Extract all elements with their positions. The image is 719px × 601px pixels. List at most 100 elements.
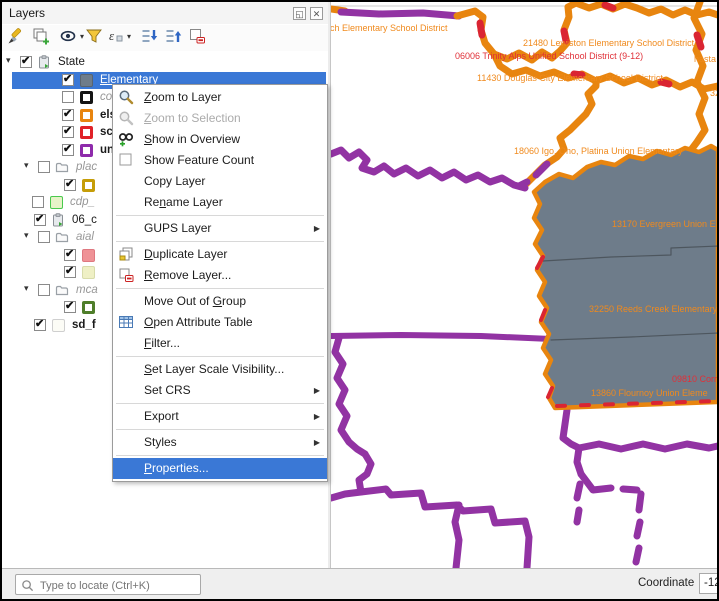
folder-icon: [55, 283, 69, 297]
district-label: 13170 Evergreen Union E: [612, 219, 716, 229]
visibility-checkbox[interactable]: [38, 161, 50, 173]
expander-icon[interactable]: ▾: [24, 230, 29, 241]
menu-item-set-crs[interactable]: Set CRS▶: [113, 380, 327, 401]
add-group-button[interactable]: [32, 27, 52, 47]
layer-label: cdp_: [70, 196, 95, 208]
visibility-checkbox[interactable]: [32, 196, 44, 208]
menu-separator: [116, 215, 324, 216]
folder-icon: [55, 160, 69, 174]
menu-item-label: Properties...: [144, 458, 209, 479]
menu-separator: [116, 356, 324, 357]
manage-map-themes-button[interactable]: [60, 27, 80, 47]
check-mark: ✔: [63, 107, 72, 120]
coordinate-label: Coordinate: [638, 577, 694, 589]
expand-all-button[interactable]: [141, 27, 161, 47]
expander-icon[interactable]: ▾: [24, 283, 29, 294]
collapse-all-button[interactable]: [165, 27, 185, 47]
layer-label: plac: [76, 161, 97, 173]
submenu-arrow-icon: ▶: [314, 406, 320, 427]
menu-item-set-layer-scale-visibility[interactable]: Set Layer Scale Visibility...: [113, 359, 327, 380]
elsd-boundary: [691, 2, 705, 150]
unsd-boundary: [637, 522, 640, 536]
district-label: 18060 Igo, Ono, Platina Union Elementary: [514, 146, 683, 156]
visibility-checkbox[interactable]: ✔: [62, 109, 74, 121]
menu-item-label: Zoom to Selection: [144, 108, 241, 129]
check-mark: ✔: [21, 54, 30, 67]
menu-item-label: Styles: [144, 432, 177, 453]
open-layer-styling-button[interactable]: [7, 27, 27, 47]
menu-item-open-attribute-table[interactable]: Open Attribute Table: [113, 312, 327, 333]
menu-item-rename-layer[interactable]: Rename Layer: [113, 192, 327, 213]
menu-item-label: Copy Layer: [144, 171, 205, 192]
district-label: 06006 Trinity Alps Unified School Distri…: [455, 51, 643, 61]
menu-separator: [116, 403, 324, 404]
locator-box[interactable]: [15, 574, 201, 595]
menu-item-label: Move Out of Group: [144, 291, 246, 312]
unsd-boundary: [341, 12, 459, 16]
visibility-checkbox[interactable]: [38, 284, 50, 296]
menu-item-zoom-to-selection[interactable]: Zoom to Selection: [113, 108, 327, 129]
menu-separator: [116, 288, 324, 289]
menu-item-copy-layer[interactable]: Copy Layer: [113, 171, 327, 192]
menu-item-duplicate-layer[interactable]: Duplicate Layer: [113, 244, 327, 265]
scsd-boundary-segment: [480, 23, 482, 35]
menu-item-filter[interactable]: Filter...: [113, 333, 327, 354]
visibility-checkbox[interactable]: ✔: [64, 266, 76, 278]
visibility-checkbox[interactable]: ✔: [64, 301, 76, 313]
menu-item-styles[interactable]: Styles▶: [113, 432, 327, 453]
district-label: hasta: [694, 54, 716, 64]
layer-context-menu: Zoom to LayerZoom to SelectionShow in Ov…: [112, 84, 328, 482]
map-canvas[interactable]: nch Elementary School District21480 Lewi…: [331, 2, 717, 568]
close-panel-icon[interactable]: ✕: [310, 7, 323, 20]
visibility-checkbox[interactable]: [38, 231, 50, 243]
menu-item-show-in-overview[interactable]: Show in Overview: [113, 129, 327, 150]
visibility-checkbox[interactable]: ✔: [20, 56, 32, 68]
menu-item-gups-layer[interactable]: GUPS Layer▶: [113, 218, 327, 239]
locator-input[interactable]: [38, 576, 200, 595]
map-svg: nch Elementary School District21480 Lewi…: [331, 2, 717, 568]
menu-item-label: Zoom to Layer: [144, 87, 221, 108]
menu-item-label: Duplicate Layer: [144, 244, 227, 265]
visibility-checkbox[interactable]: ✔: [62, 144, 74, 156]
layer-symbol-swatch: [80, 91, 93, 104]
layer-label: aial: [76, 231, 94, 243]
check-mark: ✔: [63, 72, 72, 85]
check-mark: ✔: [35, 212, 44, 225]
check-mark: ✔: [35, 317, 44, 330]
visibility-checkbox[interactable]: ✔: [34, 214, 46, 226]
unsd-boundary: [623, 489, 637, 490]
menu-item-show-feature-count[interactable]: Show Feature Count: [113, 150, 327, 171]
visibility-checkbox[interactable]: ✔: [64, 249, 76, 261]
selected-elementary-district[interactable]: [534, 146, 717, 408]
layer-label: 06_c: [72, 214, 97, 226]
menu-item-export[interactable]: Export▶: [113, 406, 327, 427]
search-icon: [21, 579, 34, 592]
zoom-dis-icon: [118, 110, 134, 126]
visibility-checkbox[interactable]: ✔: [64, 179, 76, 191]
layers-toolbar: ▾ε▾: [2, 25, 328, 51]
remove-layer-group-button[interactable]: [188, 27, 208, 47]
layer-symbol-swatch: [82, 179, 95, 192]
visibility-checkbox[interactable]: ✔: [34, 319, 46, 331]
filter-by-expression-dropdown-icon[interactable]: ▾: [127, 32, 131, 41]
menu-item-properties[interactable]: Properties...: [113, 458, 327, 479]
layer-label: sd_f: [72, 319, 96, 331]
expander-icon[interactable]: ▾: [24, 160, 29, 171]
float-panel-icon[interactable]: ◱: [293, 7, 306, 20]
visibility-checkbox[interactable]: ✔: [62, 126, 74, 138]
menu-item-move-out-of-group[interactable]: Move Out of Group: [113, 291, 327, 312]
menu-item-label: Rename Layer: [144, 192, 223, 213]
unsd-boundary: [577, 484, 580, 498]
filter-by-expression-button[interactable]: ε: [107, 27, 127, 47]
visibility-checkbox[interactable]: ✔: [62, 74, 74, 86]
group-row-state[interactable]: ▾✔State: [2, 54, 328, 71]
filter-legend-button[interactable]: [85, 27, 105, 47]
coordinate-field[interactable]: -12: [699, 573, 717, 594]
layers-panel-title: Layers: [9, 6, 45, 20]
manage-map-themes-dropdown-icon[interactable]: ▾: [80, 32, 84, 41]
unsd-boundary: [636, 548, 639, 562]
expander-icon[interactable]: ▾: [6, 55, 11, 66]
menu-item-remove-layer[interactable]: Remove Layer...: [113, 265, 327, 286]
menu-item-zoom-to-layer[interactable]: Zoom to Layer: [113, 87, 327, 108]
visibility-checkbox[interactable]: [62, 91, 74, 103]
